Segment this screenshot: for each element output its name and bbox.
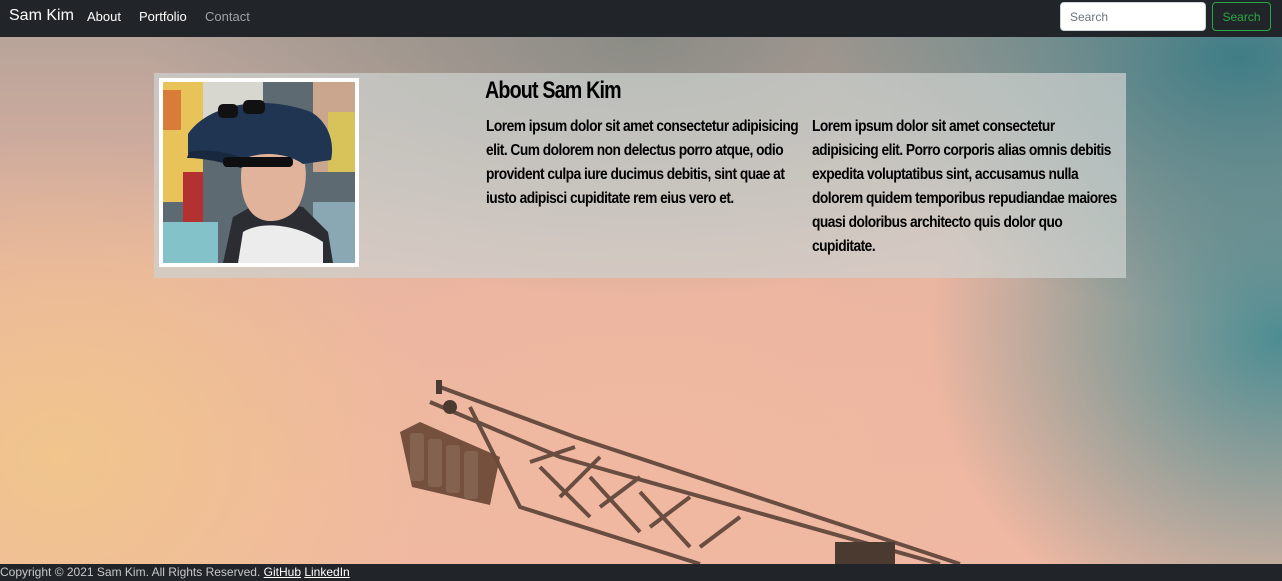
footer-linkedin-link[interactable]: LinkedIn — [304, 565, 349, 579]
footer-copyright: Copyright © 2021 Sam Kim. All Rights Res… — [0, 565, 261, 579]
about-paragraph-2: Lorem ipsum dolor sit amet consectetur a… — [812, 118, 1117, 255]
nav-link-about[interactable]: About — [87, 9, 121, 24]
navbar: Sam Kim About Portfolio Contact Search — [0, 0, 1282, 37]
footer: Copyright © 2021 Sam Kim. All Rights Res… — [0, 564, 1282, 581]
footer-github-link[interactable]: GitHub — [264, 565, 301, 579]
search-button[interactable]: Search — [1212, 2, 1271, 31]
search-input[interactable] — [1060, 2, 1206, 31]
nav-link-contact[interactable]: Contact — [205, 9, 250, 24]
about-panel: About Sam Kim Lorem ipsum dolor sit amet… — [154, 73, 1126, 278]
profile-photo — [163, 82, 355, 263]
hero-background: About Sam Kim Lorem ipsum dolor sit amet… — [0, 37, 1282, 564]
about-title: About Sam Kim — [485, 77, 622, 104]
nav-link-portfolio[interactable]: Portfolio — [139, 9, 187, 24]
brand-link[interactable]: Sam Kim — [9, 7, 74, 25]
about-paragraph-1: Lorem ipsum dolor sit amet consectetur a… — [486, 118, 799, 207]
profile-photo-frame — [159, 78, 359, 267]
